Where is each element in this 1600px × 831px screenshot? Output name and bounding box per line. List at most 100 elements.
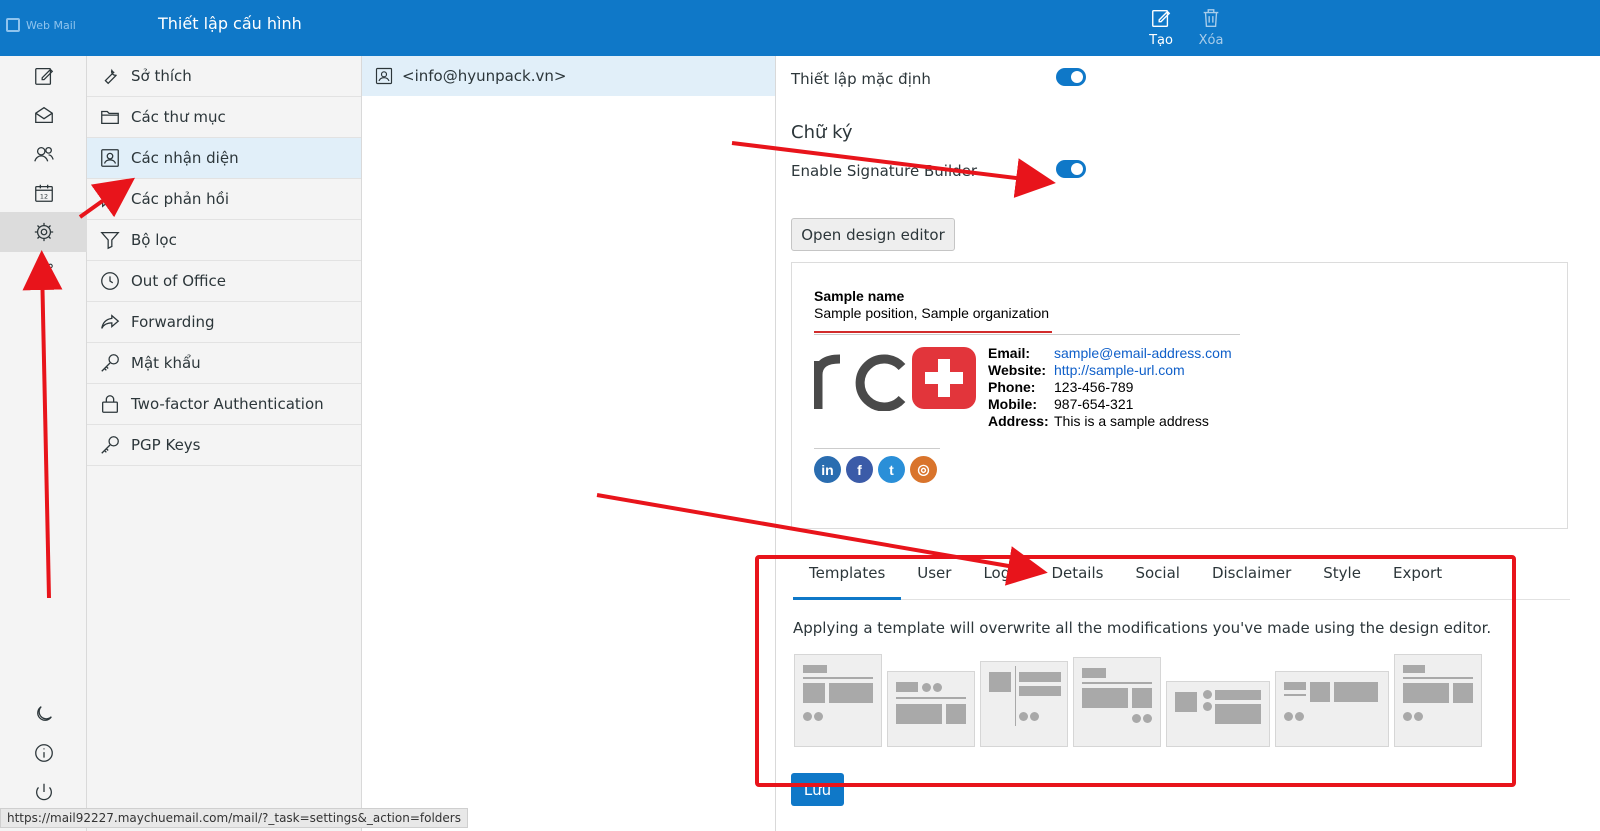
settings-item-label: Two-factor Authentication [131,395,324,413]
calendar-nav[interactable]: 12 [0,173,87,213]
settings-item-filters[interactable]: Bộ lọc [87,220,361,261]
app-logo[interactable]: Web Mail [6,18,76,32]
signature-divider-red [814,331,1052,333]
settings-item-label: Mật khẩu [131,354,201,372]
template-thumbnail[interactable] [1166,681,1270,747]
tab-social[interactable]: Social [1119,556,1195,600]
signature-detail-row: Phone: 123-456-789 [988,379,1232,396]
mail-logo-icon [6,18,20,32]
template-thumbnail[interactable] [980,661,1068,747]
settings-nav[interactable] [0,212,87,252]
template-thumbnail[interactable] [794,654,882,747]
detail-value: 123-456-789 [1054,379,1134,395]
tab-style[interactable]: Style [1307,556,1377,600]
settings-item-out-of-office[interactable]: Out of Office [87,261,361,302]
detail-key: Address: [988,413,1049,429]
settings-item-pgp-keys[interactable]: PGP Keys [87,425,361,466]
website-link[interactable]: http://sample-url.com [1054,362,1185,379]
gear-icon [34,222,53,242]
create-button-label: Tạo [1149,32,1173,48]
detail-value: This is a sample address [1054,413,1209,429]
forward-icon [101,314,120,329]
key-icon [101,436,119,454]
linkedin-icon[interactable]: in [814,456,841,483]
enable-builder-label: Enable Signature Builder [791,162,978,180]
settings-item-label: Các nhận diện [131,149,239,167]
delete-button[interactable]: Xóa [1186,2,1236,52]
settings-item-label: Forwarding [131,313,215,331]
contacts-icon [33,146,54,162]
settings-item-responses[interactable]: Các phản hồi [87,179,361,220]
status-bar-url: https://mail92227.maychuemail.com/mail/?… [0,808,468,828]
signature-detail-row: Address: This is a sample address [988,413,1232,430]
default-toggle[interactable] [1056,68,1086,86]
settings-item-label: PGP Keys [131,436,201,454]
wrench-icon [104,68,117,85]
settings-item-label: Các phản hồi [131,190,230,208]
compose-icon [1152,9,1171,27]
dark-mode-toggle[interactable] [0,694,87,734]
delete-button-label: Xóa [1198,32,1224,48]
template-thumbnail[interactable] [1394,654,1482,747]
settings-item-label: Bộ lọc [131,231,177,249]
webmail-settings-page: Web Mail Thiết lập cấu hình Tạo Xóa 12 S… [0,0,1600,831]
compose-nav[interactable] [0,56,87,96]
moon-icon [36,706,52,721]
app-nav-rail: 12 [0,56,87,831]
twitter-icon[interactable]: t [878,456,905,483]
email-link[interactable]: sample@email-address.com [1054,345,1232,362]
settings-item-two-factor[interactable]: Two-factor Authentication [87,384,361,425]
settings-item-identities[interactable]: Các nhận diện [87,138,361,179]
facebook-icon[interactable]: f [846,456,873,483]
default-label: Thiết lập mặc định [791,70,931,88]
template-thumbnail[interactable] [1275,671,1389,747]
signature-logo-icon [814,347,976,411]
about-nav[interactable] [0,733,87,773]
signature-position: Sample position, Sample organization [814,305,1050,321]
compose-icon [34,68,53,85]
detail-key: Mobile: [988,396,1037,412]
signature-divider [814,334,1240,335]
clock-icon [101,272,119,290]
signature-details: Email: sample@email-address.com Website: h… [988,345,1232,430]
tab-details[interactable]: Details [1035,556,1119,600]
detail-key: Phone: [988,379,1036,395]
detail-key: Website: [988,362,1047,378]
trash-icon [1203,8,1219,27]
settings-item-password[interactable]: Mật khẩu [87,343,361,384]
tab-templates[interactable]: Templates [793,556,902,600]
settings-item-folders[interactable]: Các thư mục [87,97,361,138]
mail-nav[interactable] [0,95,87,135]
signature-social-divider [814,448,940,449]
settings-item-label: Sở thích [131,67,192,85]
signature-name: Sample name [814,288,905,304]
open-design-editor-button[interactable]: Open design editor [791,218,955,251]
identity-card-icon [375,67,393,85]
more-nav[interactable] [0,256,87,276]
tab-user[interactable]: User [901,556,967,600]
settings-item-preferences[interactable]: Sở thích [87,56,361,97]
create-button[interactable]: Tạo [1136,2,1186,52]
tab-export[interactable]: Export [1377,556,1458,600]
identity-row[interactable]: <info@hyunpack.vn> [362,56,775,96]
instagram-icon[interactable]: ◎ [910,456,937,483]
tab-disclaimer[interactable]: Disclaimer [1196,556,1307,600]
contacts-nav[interactable] [0,134,87,174]
settings-menu: Sở thích Các thư mục Các nhận diện Các p… [87,56,362,831]
settings-item-forwarding[interactable]: Forwarding [87,302,361,343]
enable-builder-toggle[interactable] [1056,160,1086,178]
signature-editor-tabs: Templates User Logo Details Social Discl… [793,556,1570,600]
calendar-icon: 12 [34,184,53,202]
reply-icon [102,191,118,208]
tab-logo[interactable]: Logo [967,556,1035,600]
template-thumbnail[interactable] [1073,657,1161,747]
signature-preview: Sample name Sample position, Sample orga… [791,262,1568,529]
envelope-icon [34,106,53,123]
save-button[interactable]: Lưu [791,773,844,806]
settings-item-label: Out of Office [131,272,226,290]
signature-detail-row: Mobile: 987-654-321 [988,396,1232,413]
detail-key: Email: [988,345,1031,361]
page-title: Thiết lập cấu hình [158,14,302,33]
template-thumbnail[interactable] [887,671,975,747]
logout-nav[interactable] [0,772,87,812]
